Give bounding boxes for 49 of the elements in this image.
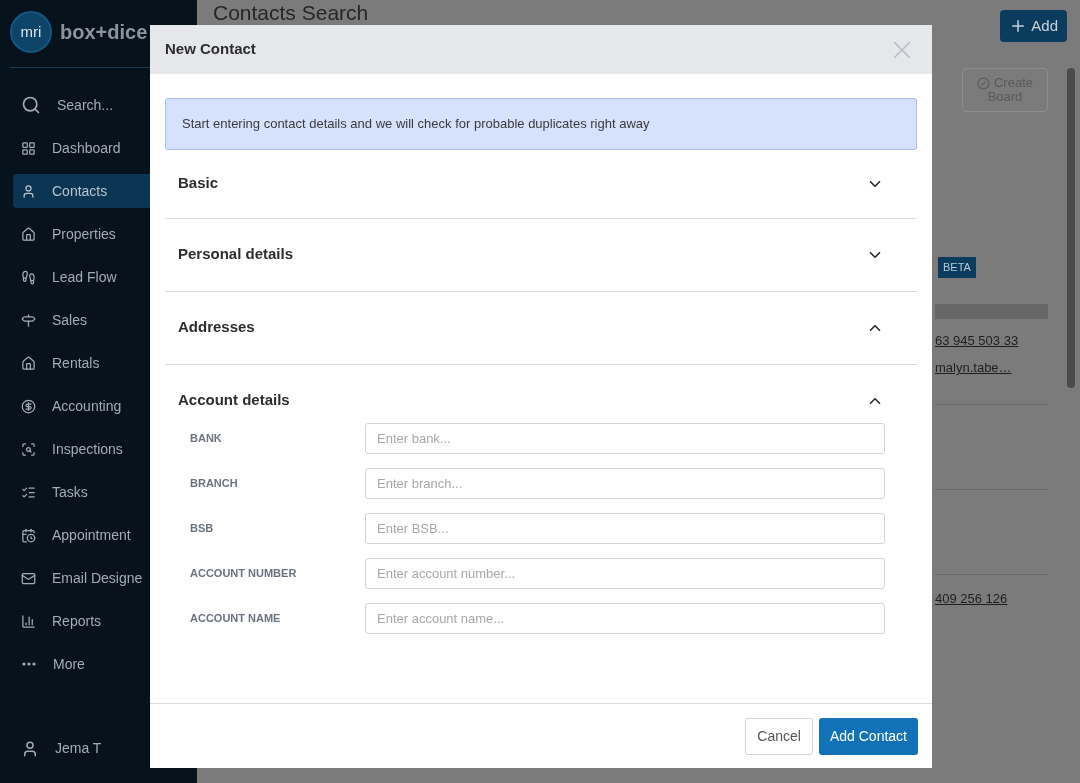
- search-icon: [21, 95, 41, 115]
- signpost-icon: [21, 312, 36, 328]
- board-icon: [977, 76, 990, 90]
- footprints-icon: [21, 269, 36, 285]
- person-icon: [21, 183, 36, 199]
- beta-badge: BETA: [938, 257, 976, 278]
- house-icon: [21, 355, 36, 371]
- dialog-title: New Contact: [165, 39, 256, 60]
- section-header[interactable]: Basic: [165, 149, 917, 218]
- phone-link[interactable]: 63 945 503 33: [935, 330, 1048, 350]
- email-link[interactable]: malyn.tabe…: [935, 358, 1048, 378]
- calendar-icon: [21, 527, 36, 543]
- section-header[interactable]: Addresses: [165, 291, 917, 364]
- sidebar-item[interactable]: Inspections: [13, 432, 184, 466]
- scan-icon: [21, 441, 36, 457]
- input-field[interactable]: Enter account name...: [365, 602, 885, 634]
- input-field[interactable]: Enter branch...: [365, 467, 885, 499]
- checklist-icon: [21, 484, 36, 500]
- scrollbar[interactable]: [1067, 68, 1075, 388]
- bar-chart-icon: [21, 613, 36, 629]
- field-label: ACCOUNT NAME: [190, 610, 282, 626]
- dollar-icon: [21, 398, 36, 414]
- phone-link[interactable]: 409 256 126: [935, 590, 1008, 606]
- more-icon: [22, 662, 36, 666]
- section-header[interactable]: Personal details: [165, 218, 917, 291]
- mail-icon: [21, 570, 36, 586]
- brand-name: box+dice: [60, 20, 148, 45]
- house-icon: [21, 226, 36, 242]
- input-field[interactable]: Enter BSB...: [365, 512, 885, 544]
- person-icon: [21, 739, 39, 758]
- field-label: ACCOUNT NUMBER: [190, 565, 298, 581]
- input-field[interactable]: Enter bank...: [365, 422, 885, 454]
- user-name: Jema T: [55, 739, 102, 758]
- logo-mark: mri: [10, 11, 52, 53]
- add-contact-button[interactable]: Add Contact: [818, 717, 918, 755]
- add-button[interactable]: Add: [1000, 10, 1067, 42]
- sidebar-item[interactable]: Appointment: [13, 518, 184, 552]
- field-label: BRANCH: [190, 475, 239, 491]
- cancel-button[interactable]: Cancel: [745, 717, 813, 755]
- grid-icon: [21, 140, 36, 156]
- notice-banner: Start entering contact details and we will check for probable duplicates right away: [165, 98, 917, 150]
- sidebar-item[interactable]: Email Designe: [13, 561, 184, 595]
- sidebar-item[interactable]: Tasks: [13, 475, 184, 509]
- sidebar-item[interactable]: Reports: [13, 604, 184, 638]
- sidebar-item[interactable]: More: [13, 647, 184, 681]
- field-label: BSB: [190, 520, 215, 536]
- input-field[interactable]: Enter account number...: [365, 557, 885, 589]
- field-label: BANK: [190, 430, 223, 446]
- page-title: Contacts Search: [213, 2, 369, 23]
